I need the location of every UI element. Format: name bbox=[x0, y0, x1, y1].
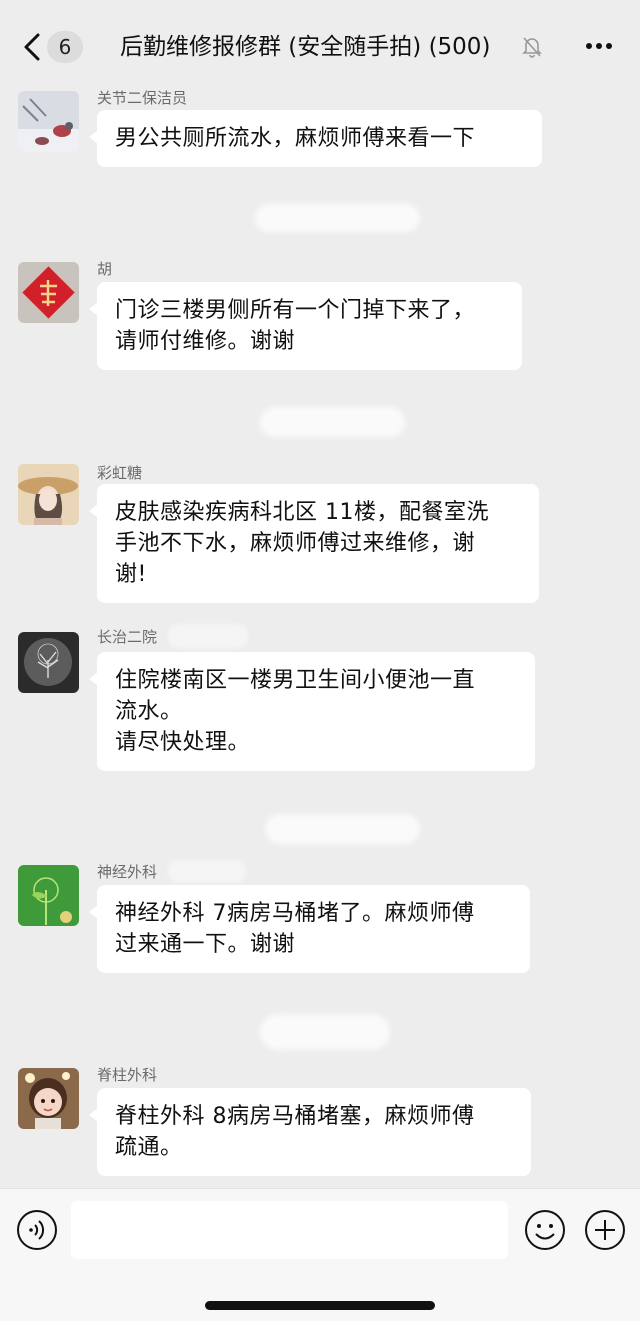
unread-count-badge[interactable]: 6 bbox=[47, 31, 83, 63]
redaction-smudge bbox=[168, 860, 246, 882]
avatar[interactable] bbox=[18, 91, 79, 152]
message-bubble[interactable]: 住院楼南区一楼男卫生间小便池一直 流水。 请尽快处理。 bbox=[89, 652, 535, 771]
avatar[interactable] bbox=[18, 1068, 79, 1129]
message-input[interactable] bbox=[71, 1201, 508, 1259]
avatar[interactable] bbox=[18, 262, 79, 323]
sender-name: 关节二保洁员 bbox=[97, 89, 188, 107]
voice-icon[interactable] bbox=[16, 1209, 58, 1251]
chevron-left-icon[interactable] bbox=[20, 32, 44, 62]
avatar[interactable] bbox=[18, 464, 79, 525]
sender-name: 脊柱外科 bbox=[97, 1066, 158, 1084]
message-bubble[interactable]: 男公共厕所流水，麻烦师傅来看一下 bbox=[89, 110, 542, 167]
more-dots-icon[interactable] bbox=[584, 36, 614, 56]
redaction-smudge bbox=[260, 407, 405, 437]
message-list[interactable]: 关节二保洁员 男公共厕所流水，麻烦师傅来看一下 胡 门诊三楼男侧所有一个门掉下来… bbox=[0, 82, 640, 1188]
avatar[interactable] bbox=[18, 632, 79, 693]
chat-screen: 6 后勤维修报修群 (安全随手拍) (500) 关节二保洁员 男公共厕所流水，麻… bbox=[0, 0, 640, 1321]
bell-muted-icon bbox=[522, 37, 542, 58]
message-bubble[interactable]: 门诊三楼男侧所有一个门掉下来了， 请师付维修。谢谢 bbox=[89, 282, 522, 370]
sender-name: 神经外科 bbox=[97, 863, 158, 881]
sender-name: 彩虹糖 bbox=[97, 464, 143, 482]
message-bubble[interactable]: 皮肤感染疾病科北区 11楼，配餐室洗 手池不下水，麻烦师傅过来维修，谢 谢! bbox=[89, 484, 539, 603]
chat-header: 6 后勤维修报修群 (安全随手拍) (500) bbox=[0, 0, 640, 82]
redaction-smudge bbox=[168, 624, 248, 648]
redaction-smudge bbox=[265, 814, 420, 844]
redaction-smudge bbox=[255, 204, 420, 232]
emoji-icon[interactable] bbox=[524, 1209, 566, 1251]
sender-name: 胡 bbox=[97, 260, 113, 278]
plus-icon[interactable] bbox=[584, 1209, 626, 1251]
home-indicator[interactable] bbox=[205, 1301, 435, 1310]
sender-name: 长治二院 bbox=[97, 628, 158, 646]
chat-title: 后勤维修报修群 (安全随手拍) (500) bbox=[120, 34, 491, 60]
message-bubble[interactable]: 脊柱外科 8病房马桶堵塞，麻烦师傅 疏通。 bbox=[89, 1088, 531, 1176]
redaction-smudge bbox=[260, 1014, 390, 1050]
message-bubble[interactable]: 神经外科 7病房马桶堵了。麻烦师傅 过来通一下。谢谢 bbox=[89, 885, 530, 973]
avatar[interactable] bbox=[18, 865, 79, 926]
